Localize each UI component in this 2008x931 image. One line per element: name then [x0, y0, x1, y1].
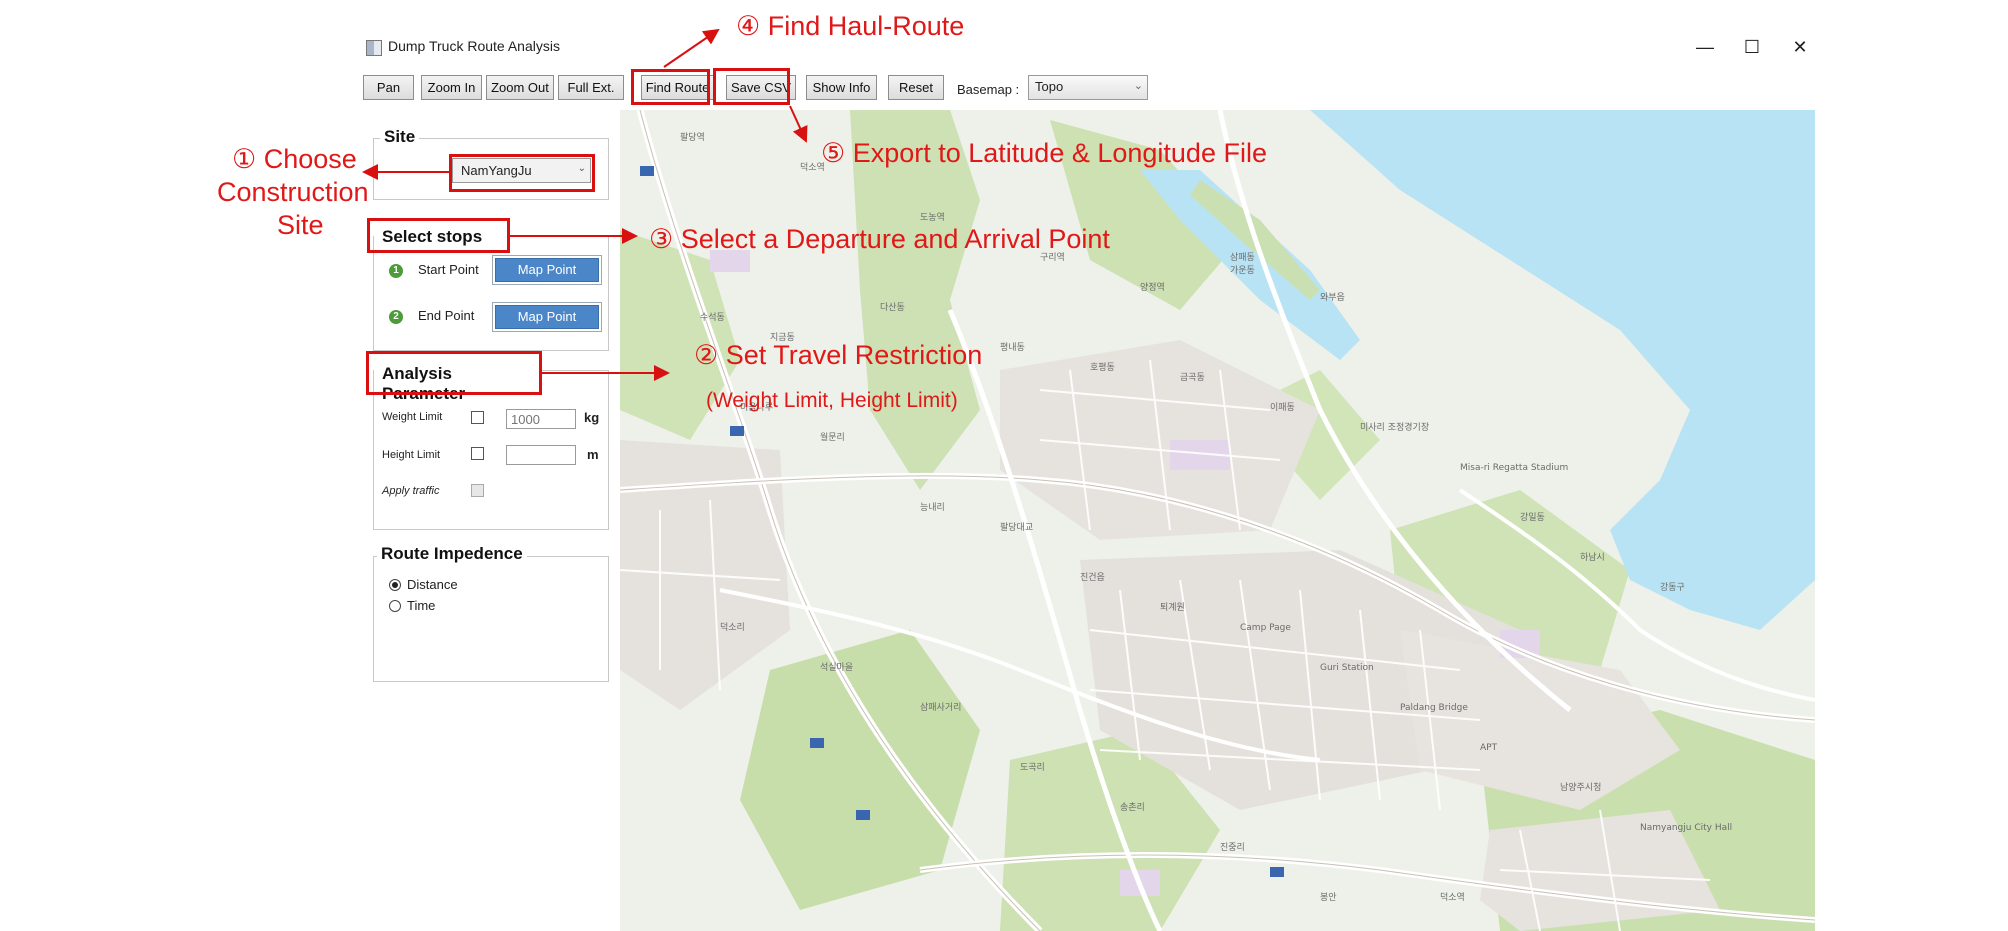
find-route-highlight [631, 69, 710, 105]
annotation-choose-site-3: Site [277, 210, 324, 240]
annotation-find-route: ④ Find Haul-Route [736, 11, 965, 41]
save-csv-highlight [713, 68, 790, 105]
stops-highlight [367, 218, 510, 253]
site-select-highlight [449, 154, 595, 192]
annotation-export: ⑤ Export to Latitude & Longitude File [821, 138, 1267, 168]
annotation-set-restriction: ② Set Travel Restriction [694, 340, 983, 370]
annotation-choose-site-1: ① Choose [232, 144, 357, 174]
annotation-select-points: ③ Select a Departure and Arrival Point [649, 224, 1110, 254]
params-highlight [366, 351, 542, 395]
annotation-choose-site-2: Construction [217, 177, 369, 207]
annotation-restriction-detail: (Weight Limit, Height Limit) [706, 389, 958, 412]
